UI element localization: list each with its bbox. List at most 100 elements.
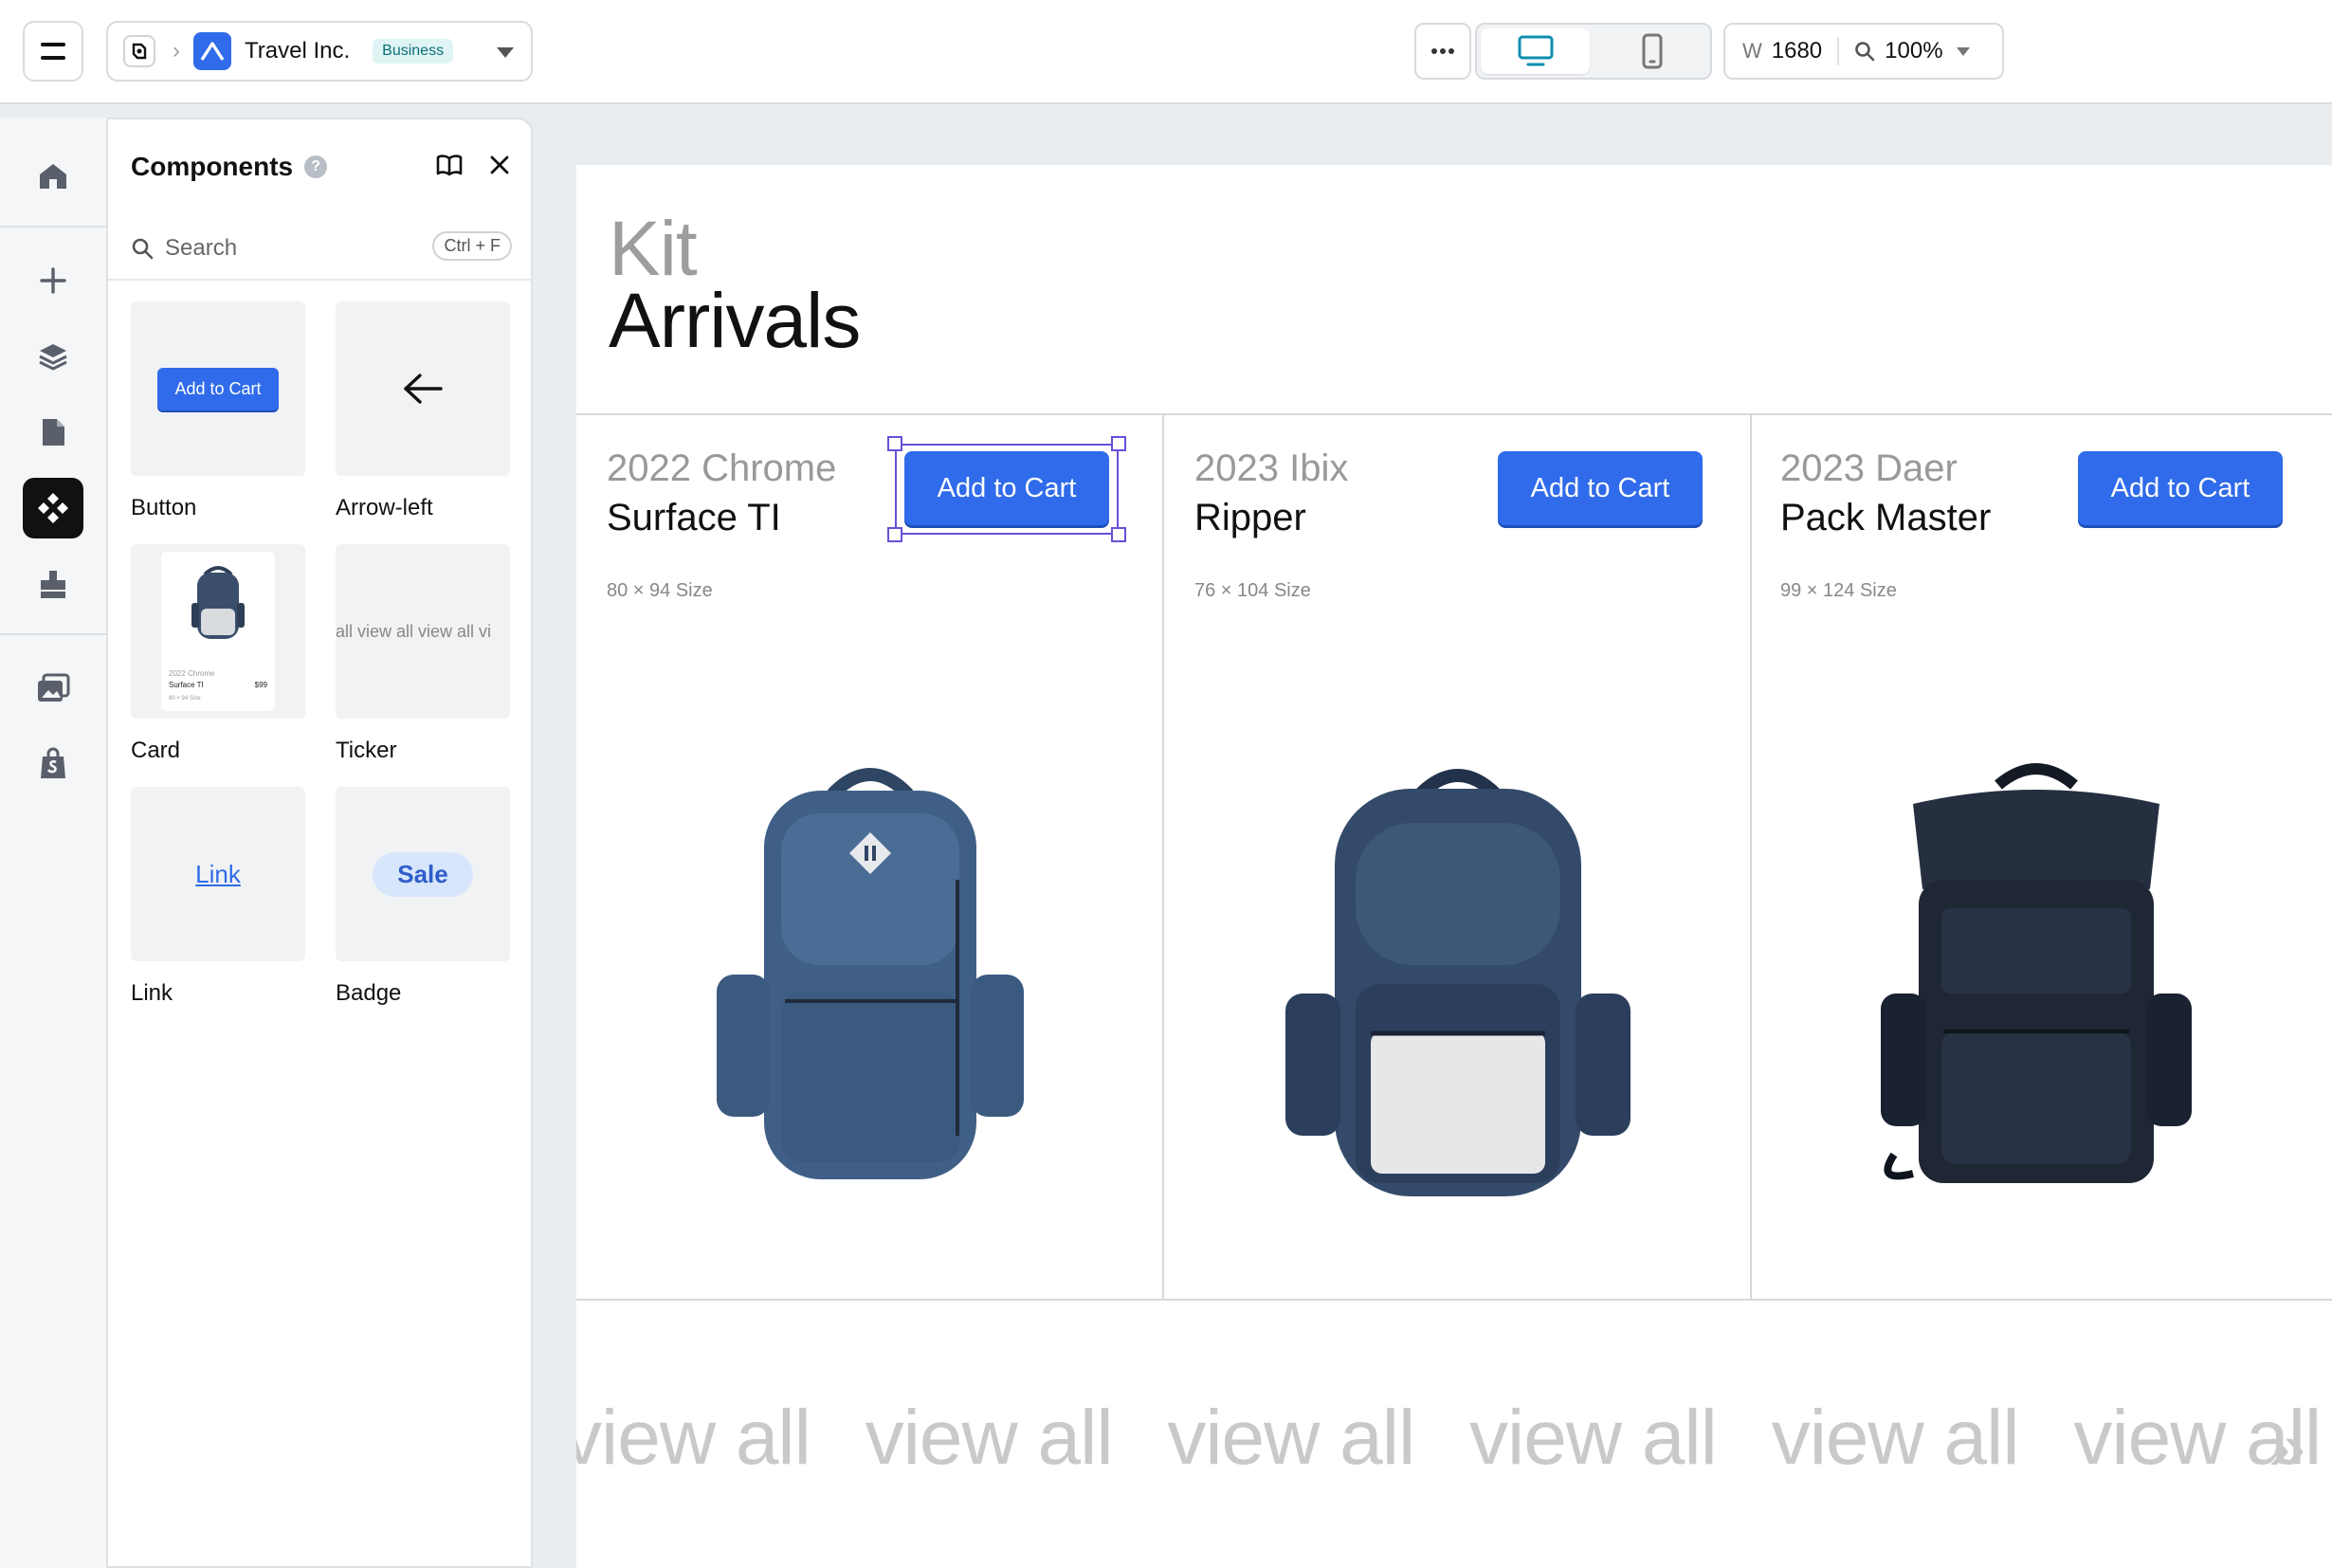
link-preview: Link xyxy=(195,859,241,888)
ticker-arrow-icon: » xyxy=(2268,1410,2305,1484)
home-button[interactable] xyxy=(23,146,83,207)
plugins-button[interactable] xyxy=(23,554,83,614)
plugin-icon xyxy=(41,571,65,598)
product-size: 99 × 124 Size xyxy=(1780,580,1897,601)
book-icon[interactable] xyxy=(436,154,463,176)
product-size: 80 × 94 Size xyxy=(607,580,713,601)
media-button[interactable] xyxy=(23,658,83,719)
ticker-item: view all xyxy=(865,1395,1114,1481)
card-preview: 2022 Chrome Surface TI $99 80 × 94 Size xyxy=(161,552,275,711)
backpack-image xyxy=(717,768,1024,1179)
card-preview-year: 2022 Chrome xyxy=(169,669,215,678)
shop-icon xyxy=(41,747,65,778)
component-tile-button[interactable]: Add to Cart xyxy=(131,301,305,476)
width-zoom-control: W 1680 100% xyxy=(1723,23,2004,80)
mobile-icon xyxy=(1642,33,1662,69)
product-year: 2023 Ibix xyxy=(1194,447,1349,489)
help-icon[interactable]: ? xyxy=(304,155,328,178)
chevron-right-icon: › xyxy=(173,38,180,64)
resize-handle[interactable] xyxy=(887,527,902,542)
product-card[interactable]: 2022 Chrome Surface TI 80 × 94 Size Add … xyxy=(576,415,1164,1301)
ticker-item: view all xyxy=(576,1395,811,1481)
product-card[interactable]: 2023 Ibix Ripper 76 × 104 Size Add to Ca… xyxy=(1164,415,1752,1301)
product-name: Ripper xyxy=(1194,497,1306,538)
component-label-badge: Badge xyxy=(336,980,402,1006)
mobile-view-button[interactable] xyxy=(1594,25,1710,78)
component-label-arrow-left: Arrow-left xyxy=(336,495,433,520)
top-bar: › Travel Inc. Business W 1680 100% xyxy=(0,0,2332,104)
brand-logo-icon xyxy=(193,32,231,70)
search-shortcut: Ctrl + F xyxy=(432,231,512,261)
ticker-item: view all xyxy=(1771,1395,2020,1481)
hero-title-line-2: Arrivals xyxy=(609,278,861,364)
home-icon xyxy=(40,164,66,189)
backpack-image xyxy=(1881,763,2192,1183)
badge-preview: Sale xyxy=(373,851,473,897)
card-preview-price: $99 xyxy=(254,681,267,689)
close-icon[interactable] xyxy=(489,155,510,175)
component-tile-card[interactable]: 2022 Chrome Surface TI $99 80 × 94 Size xyxy=(131,544,305,719)
components-panel: Components ? Search Ctrl + F Add to Cart… xyxy=(106,118,533,1568)
page-icon xyxy=(43,419,64,446)
left-rail xyxy=(0,118,106,1568)
desktop-icon xyxy=(1518,35,1553,66)
add-to-cart-button[interactable]: Add to Cart xyxy=(1498,451,1703,525)
resize-handle[interactable] xyxy=(1111,527,1126,542)
component-tile-badge[interactable]: Sale xyxy=(336,787,510,961)
device-toggle xyxy=(1475,23,1712,80)
search-icon xyxy=(132,238,154,260)
backpack-thumbnail xyxy=(191,566,245,639)
product-card[interactable]: 2023 Daer Pack Master 99 × 124 Size Add … xyxy=(1752,415,2332,1301)
shop-button[interactable] xyxy=(23,734,83,794)
more-button[interactable] xyxy=(1414,23,1471,80)
backpack-image xyxy=(1285,769,1631,1196)
project-icon xyxy=(123,35,155,67)
panel-title: Components xyxy=(131,152,294,181)
search-input[interactable]: Search xyxy=(165,235,237,262)
ticker-item: view all xyxy=(1167,1395,1415,1481)
search-icon xyxy=(1855,42,1875,62)
product-name: Surface TI xyxy=(607,497,781,538)
ticker-preview: all view all view all vi xyxy=(336,621,492,641)
product-name: Pack Master xyxy=(1780,497,1992,538)
button-preview: Add to Cart xyxy=(157,367,279,410)
workspace-switcher[interactable]: › Travel Inc. Business xyxy=(106,21,533,82)
layers-icon xyxy=(39,344,67,371)
resize-handle[interactable] xyxy=(1111,436,1126,451)
caret-down-icon[interactable] xyxy=(497,47,514,58)
zoom-select[interactable]: 100% xyxy=(1885,38,1942,64)
design-canvas[interactable]: Kit Arrivals 2022 Chrome Surface TI 80 ×… xyxy=(576,165,2332,1568)
component-label-link: Link xyxy=(131,980,173,1006)
product-size: 76 × 104 Size xyxy=(1194,580,1311,601)
arrow-left-icon xyxy=(404,374,443,404)
hero-section: Kit Arrivals xyxy=(576,165,2332,415)
desktop-view-button[interactable] xyxy=(1481,28,1590,74)
component-tile-link[interactable]: Link xyxy=(131,787,305,961)
components-icon xyxy=(38,493,68,523)
layers-button[interactable] xyxy=(23,326,83,387)
media-icon xyxy=(38,673,70,702)
component-tile-arrow-left[interactable] xyxy=(336,301,510,476)
view-all-ticker[interactable]: view all view all view all view all view… xyxy=(576,1394,2332,1483)
resize-handle[interactable] xyxy=(887,436,902,451)
plan-badge: Business xyxy=(373,39,454,64)
selection-frame xyxy=(895,444,1119,535)
product-year: 2023 Daer xyxy=(1780,447,1958,489)
width-input[interactable]: 1680 xyxy=(1772,38,1822,64)
component-search[interactable]: Search Ctrl + F xyxy=(108,218,531,281)
menu-button[interactable] xyxy=(23,21,83,82)
component-label-ticker: Ticker xyxy=(336,738,397,763)
menu-icon xyxy=(41,43,65,46)
caret-down-icon[interactable] xyxy=(1956,46,1970,56)
card-preview-size: 80 × 94 Size xyxy=(169,696,201,702)
component-label-card: Card xyxy=(131,738,181,763)
component-label-button: Button xyxy=(131,495,197,520)
width-label: W xyxy=(1742,39,1762,63)
components-button[interactable] xyxy=(23,478,83,538)
brand-name: Travel Inc. xyxy=(245,38,351,64)
component-tile-ticker[interactable]: all view all view all vi xyxy=(336,544,510,719)
add-button[interactable] xyxy=(23,250,83,311)
add-to-cart-button[interactable]: Add to Cart xyxy=(2078,451,2283,525)
product-year: 2022 Chrome xyxy=(607,447,837,489)
pages-button[interactable] xyxy=(23,402,83,463)
